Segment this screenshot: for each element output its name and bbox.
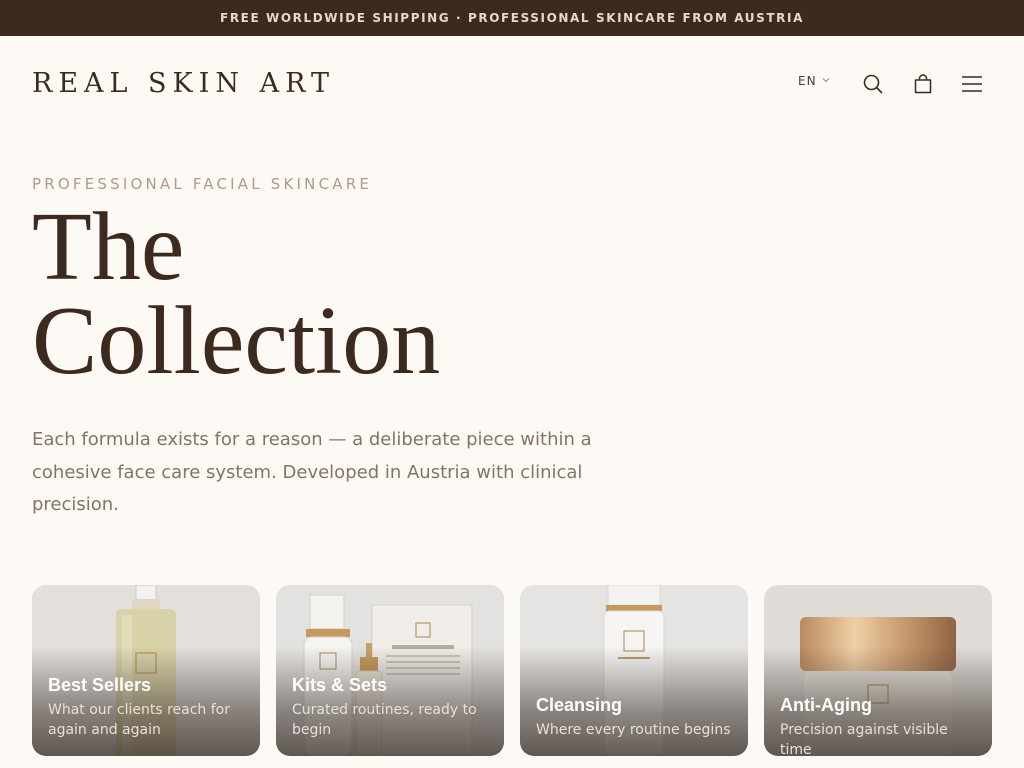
chevron-down-icon xyxy=(821,74,831,88)
page-title: The Collection xyxy=(32,193,592,395)
category-card-best-sellers[interactable]: Best Sellers What our clients reach for … xyxy=(32,585,260,756)
menu-icon[interactable] xyxy=(960,72,984,96)
category-subtitle: What our clients reach for again and aga… xyxy=(48,702,230,738)
shopping-bag-icon[interactable] xyxy=(911,72,935,96)
category-subtitle: Curated routines, ready to begin xyxy=(292,702,477,738)
page-title-line-1: The xyxy=(32,193,185,301)
language-selector[interactable]: EN xyxy=(798,74,831,88)
hero-description: Each formula exists for a reason — a del… xyxy=(32,429,592,515)
category-title: Cleansing xyxy=(536,695,623,715)
category-title: Anti-Aging xyxy=(780,695,872,715)
category-title: Best Sellers xyxy=(48,675,152,695)
category-card-anti-aging[interactable]: Anti-Aging Precision against visible tim… xyxy=(764,585,992,756)
search-icon[interactable] xyxy=(861,72,885,96)
category-title: Kits & Sets xyxy=(292,675,388,695)
category-subtitle: Where every routine begins xyxy=(536,722,731,738)
brand-logo[interactable]: REAL SKIN ART xyxy=(32,66,335,102)
category-card-kits-sets[interactable]: Kits & Sets Curated routines, ready to b… xyxy=(276,585,504,756)
category-cards: Best Sellers What our clients reach for … xyxy=(32,585,992,756)
announcement-bar: FREE WORLDWIDE SHIPPING · PROFESSIONAL S… xyxy=(0,0,1024,36)
announcement-text: FREE WORLDWIDE SHIPPING · PROFESSIONAL S… xyxy=(220,11,804,25)
hero-eyebrow: PROFESSIONAL FACIAL SKINCARE xyxy=(32,175,373,193)
site-header: REAL SKIN ART EN xyxy=(0,36,1024,132)
language-label: EN xyxy=(798,74,817,88)
category-subtitle: Precision against visible time xyxy=(780,722,948,756)
page-title-line-2: Collection xyxy=(32,287,441,395)
category-card-cleansing[interactable]: Cleansing Where every routine begins xyxy=(520,585,748,756)
